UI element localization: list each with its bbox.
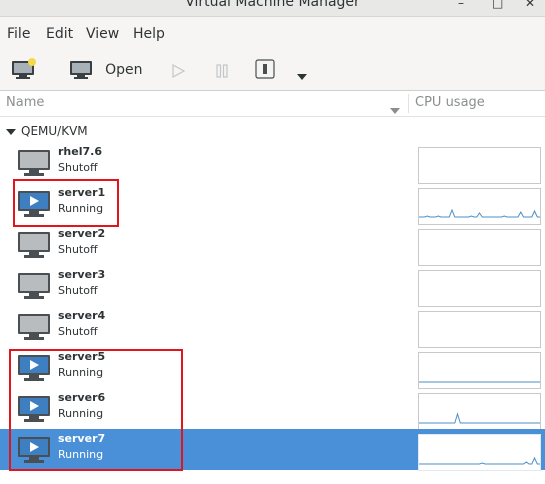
cpu-usage-graph	[418, 352, 541, 389]
cpu-usage-graph	[418, 393, 541, 430]
cpu-usage-graph	[418, 188, 541, 225]
sort-dropdown-icon[interactable]	[390, 100, 400, 119]
shutdown-button[interactable]	[255, 59, 275, 83]
cpu-usage-graph	[418, 147, 541, 184]
highlight-box	[13, 179, 119, 227]
vm-shutoff-icon	[18, 273, 50, 299]
vm-status: Shutoff	[58, 161, 98, 174]
minimize-icon[interactable]: –	[458, 0, 464, 10]
column-cpu-header[interactable]: CPU usage	[415, 95, 485, 110]
pause-icon	[216, 64, 228, 78]
vm-name: server3	[58, 268, 106, 281]
new-vm-icon	[12, 58, 36, 79]
vm-row[interactable]: server2 Shutoff	[0, 224, 545, 266]
title-bar: Virtual Machine Manager – □ ✕	[0, 0, 545, 17]
monitor-icon	[70, 60, 92, 79]
menu-edit[interactable]: Edit	[46, 26, 73, 42]
connection-label: QEMU/KVM	[21, 124, 88, 138]
vm-name: rhel7.6	[58, 145, 102, 158]
close-icon[interactable]: ✕	[525, 0, 535, 10]
vm-row[interactable]: server3 Shutoff	[0, 265, 545, 307]
shutdown-menu-button[interactable]	[297, 66, 307, 85]
maximize-icon[interactable]: □	[492, 0, 503, 10]
cpu-usage-graph	[418, 311, 541, 348]
column-name-header[interactable]: Name	[6, 95, 44, 110]
run-button[interactable]	[171, 63, 186, 82]
chevron-down-icon	[297, 74, 307, 80]
column-header: Name CPU usage	[0, 91, 545, 117]
highlight-box	[9, 349, 183, 471]
menu-file[interactable]: File	[7, 26, 30, 42]
vm-row[interactable]: rhel7.6 Shutoff	[0, 142, 545, 184]
shutdown-icon	[255, 59, 275, 79]
open-button-label: Open	[105, 61, 143, 78]
toolbar: Open	[0, 50, 545, 91]
vm-status: Shutoff	[58, 284, 98, 297]
expander-icon[interactable]	[6, 128, 16, 135]
cpu-usage-graph	[418, 270, 541, 307]
vm-status: Shutoff	[58, 243, 98, 256]
vm-shutoff-icon	[18, 232, 50, 258]
play-icon	[172, 63, 186, 79]
cpu-usage-graph	[418, 434, 541, 471]
connection-group-qemu[interactable]: QEMU/KVM	[6, 124, 88, 138]
open-button[interactable]: Open	[69, 59, 143, 80]
cpu-usage-graph	[418, 229, 541, 266]
column-divider	[408, 94, 409, 113]
vm-status: Shutoff	[58, 325, 98, 338]
menu-bar: File Edit View Help	[0, 17, 545, 50]
new-vm-button[interactable]	[11, 58, 37, 84]
menu-help[interactable]: Help	[133, 26, 165, 42]
menu-view[interactable]: View	[86, 26, 119, 42]
vm-name: server4	[58, 309, 106, 322]
pause-button[interactable]	[215, 63, 229, 82]
vm-shutoff-icon	[18, 314, 50, 340]
vm-row[interactable]: server4 Shutoff	[0, 306, 545, 348]
vm-shutoff-icon	[18, 150, 50, 176]
vm-name: server2	[58, 227, 106, 240]
